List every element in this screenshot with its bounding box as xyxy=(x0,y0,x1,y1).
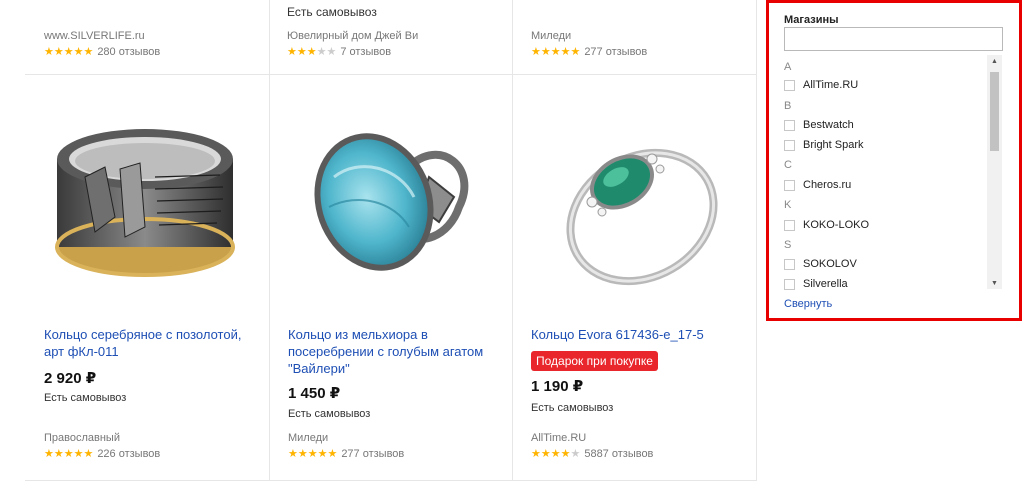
group-letter: A xyxy=(784,61,792,73)
gift-badge[interactable]: Подарок при покупке xyxy=(531,351,658,371)
checkbox[interactable] xyxy=(784,119,795,131)
product-price: 1 190 ₽ xyxy=(531,378,584,395)
star-icon: ★★★★★ xyxy=(287,46,336,58)
scroll-up-arrow-icon[interactable]: ▲ xyxy=(987,55,1002,67)
filter-title: Магазины xyxy=(784,14,839,26)
shop-option-label: KOKO-LOKO xyxy=(803,219,870,231)
shop-name[interactable]: Ювелирный дом Джей Ви xyxy=(287,30,418,42)
product-card[interactable]: Кольцо из мельхиора в посеребрении с гол… xyxy=(269,75,512,481)
pickup-label: Есть самовывоз xyxy=(287,5,377,19)
shop-name[interactable]: Православный xyxy=(44,432,120,444)
shop-option-sokolov[interactable]: SOKOLOV xyxy=(784,258,857,270)
rating-stars-filled: ★★★★ xyxy=(531,448,571,460)
rating-stars-empty: ★★ xyxy=(316,46,337,58)
shop-rating[interactable]: ★★★★★ 277 отзывов xyxy=(288,447,404,460)
shop-name[interactable]: Миледи xyxy=(531,30,571,42)
pickup-label: Есть самовывоз xyxy=(288,408,371,420)
product-image-agate-ring[interactable] xyxy=(289,97,489,307)
grid-divider xyxy=(756,0,757,481)
checkbox[interactable] xyxy=(784,278,795,290)
checkbox[interactable] xyxy=(784,219,795,231)
product-title-link[interactable]: Кольцо Evora 617436-е_17-5 xyxy=(531,326,741,343)
shop-option-cheros[interactable]: Cheros.ru xyxy=(784,179,851,191)
shop-option-label: Cheros.ru xyxy=(803,179,852,191)
rating-stars-filled: ★★★★★ xyxy=(44,448,94,460)
checkbox[interactable] xyxy=(784,179,795,191)
scroll-down-arrow-icon[interactable]: ▼ xyxy=(987,277,1002,289)
product-image-gold-silver-ring[interactable] xyxy=(45,97,245,307)
reviews-count: 280 отзывов xyxy=(97,46,161,58)
shops-search-input[interactable] xyxy=(784,27,1003,51)
shops-filter-panel: Магазины A AllTime.RU B Bestwatch Bright… xyxy=(766,0,1022,321)
reviews-count: 277 отзывов xyxy=(341,448,405,460)
product-price: 1 450 ₽ xyxy=(288,385,341,402)
product-title-link[interactable]: Кольцо из мельхиора в посеребрении с гол… xyxy=(288,326,498,377)
star-icon: ★★★★★ xyxy=(531,448,580,460)
product-card[interactable]: Кольцо Evora 617436-е_17-5 Подарок при п… xyxy=(512,75,755,481)
shop-name[interactable]: Миледи xyxy=(288,432,328,444)
collapse-link[interactable]: Свернуть xyxy=(784,298,832,310)
shop-rating[interactable]: ★★★★★ 226 отзывов xyxy=(44,447,160,460)
group-letter: C xyxy=(784,159,792,171)
shop-option-silverella[interactable]: Silverella xyxy=(784,278,848,290)
product-image-emerald-ring[interactable] xyxy=(532,97,732,307)
checkbox[interactable] xyxy=(784,79,795,91)
product-title-link[interactable]: Кольцо серебряное с позолотой, арт фКл-0… xyxy=(44,326,254,360)
star-icon: ★★★★★ xyxy=(288,448,337,460)
reviews-count: 7 отзывов xyxy=(340,46,392,58)
product-grid: www.SILVERLIFE.ru ★★★★★ 280 отзывов Есть … xyxy=(25,0,757,481)
pickup-label: Есть самовывоз xyxy=(531,402,614,414)
pickup-label: Есть самовывоз xyxy=(44,392,127,404)
checkbox[interactable] xyxy=(784,139,795,151)
scrollbar-thumb[interactable] xyxy=(990,72,999,151)
page: www.SILVERLIFE.ru ★★★★★ 280 отзывов Есть … xyxy=(0,0,1024,481)
shop-option-label: AllTime.RU xyxy=(803,79,859,91)
product-card-tail: Миледи ★★★★★ 277 отзывов xyxy=(531,0,751,74)
product-price: 2 920 ₽ xyxy=(44,370,97,387)
shop-option-label: Bright Spark xyxy=(803,139,864,151)
shop-name[interactable]: www.SILVERLIFE.ru xyxy=(44,30,145,42)
group-letter: K xyxy=(784,199,792,211)
shop-option-bestwatch[interactable]: Bestwatch xyxy=(784,119,854,131)
shop-option-alltime[interactable]: AllTime.RU xyxy=(784,79,858,91)
shop-rating[interactable]: ★★★★★ 280 отзывов xyxy=(44,45,160,58)
shop-name[interactable]: AllTime.RU xyxy=(531,432,586,444)
reviews-count: 277 отзывов xyxy=(584,46,648,58)
shop-rating[interactable]: ★★★★★ 7 отзывов xyxy=(287,45,391,58)
shops-list: A AllTime.RU B Bestwatch Bright Spark C … xyxy=(784,59,1004,291)
group-letter: B xyxy=(784,100,792,112)
shop-option-bright-spark[interactable]: Bright Spark xyxy=(784,139,864,151)
checkbox[interactable] xyxy=(784,258,795,270)
product-card-tail: www.SILVERLIFE.ru ★★★★★ 280 отзывов xyxy=(44,0,264,74)
star-icon: ★★★★★ xyxy=(531,46,580,58)
product-card[interactable]: Кольцо серебряное с позолотой, арт фКл-0… xyxy=(25,75,268,481)
rating-stars-filled: ★★★ xyxy=(287,46,317,58)
star-icon: ★★★★★ xyxy=(44,46,93,58)
shop-option-koko-loko[interactable]: KOKO-LOKO xyxy=(784,219,869,231)
reviews-count: 226 отзывов xyxy=(97,448,161,460)
product-card-tail: Есть самовывоз Ювелирный дом Джей Ви ★★★… xyxy=(287,0,507,74)
shop-rating[interactable]: ★★★★★ 277 отзывов xyxy=(531,45,647,58)
shop-option-label: Silverella xyxy=(803,278,848,290)
rating-stars-filled: ★★★★★ xyxy=(288,448,338,460)
rating-stars-empty: ★ xyxy=(570,448,581,460)
star-icon: ★★★★★ xyxy=(44,448,93,460)
rating-stars-filled: ★★★★★ xyxy=(44,46,94,58)
shop-option-label: SOKOLOV xyxy=(803,258,857,270)
shop-option-label: Bestwatch xyxy=(803,119,854,131)
rating-stars-filled: ★★★★★ xyxy=(531,46,581,58)
reviews-count: 5887 отзывов xyxy=(584,448,654,460)
group-letter: S xyxy=(784,239,792,251)
shops-list-scrollbar[interactable]: ▲ ▼ xyxy=(987,55,1002,289)
shop-rating[interactable]: ★★★★★ 5887 отзывов xyxy=(531,447,653,460)
